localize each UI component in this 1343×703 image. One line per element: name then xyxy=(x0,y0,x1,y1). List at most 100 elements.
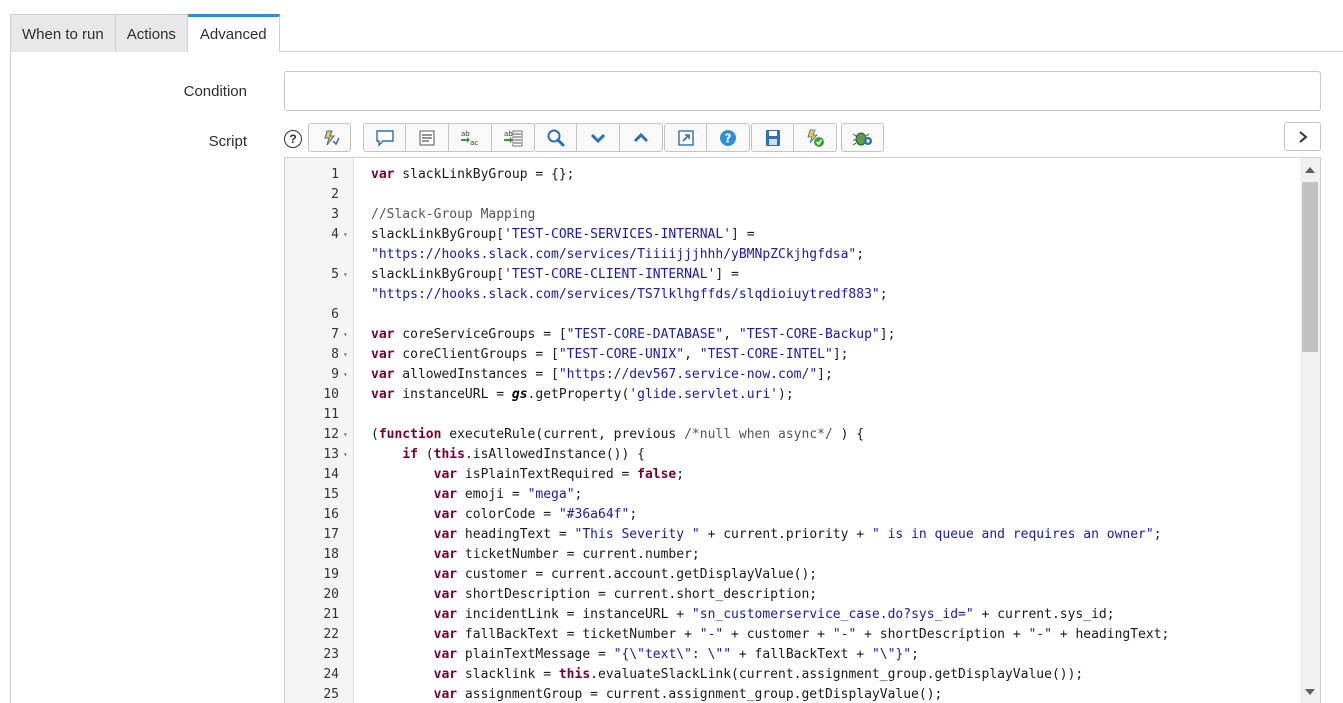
code-line: 12 ▾ (function executeRule(current, previo… xyxy=(285,425,1300,445)
line-number: 10 xyxy=(323,387,339,402)
line-number: 9 xyxy=(331,367,339,382)
tab-when-to-run[interactable]: When to run xyxy=(10,14,116,52)
tab-advanced[interactable]: Advanced xyxy=(187,14,280,52)
expand-button[interactable] xyxy=(1284,122,1321,151)
fullscreen-icon xyxy=(677,129,694,146)
line-number: 11 xyxy=(323,407,339,422)
fold-toggle-icon[interactable]: ▾ xyxy=(343,225,348,245)
line-number: 7 xyxy=(331,327,339,342)
scroll-down-arrow[interactable] xyxy=(1305,689,1315,695)
fullscreen-button[interactable] xyxy=(664,123,707,152)
code-text: var colorCode = "#36a64f"; xyxy=(433,507,638,522)
code-line: 1 var slackLinkByGroup = {}; xyxy=(285,165,1300,185)
line-number: 21 xyxy=(323,607,339,622)
replace-all-icon: ab xyxy=(504,130,523,146)
svg-text:ab: ab xyxy=(504,130,513,138)
insert-fields-button[interactable] xyxy=(406,123,449,152)
code-line: 20 var shortDescription = current.short_… xyxy=(285,585,1300,605)
script-editor[interactable]: 1 var slackLinkByGroup = {}; 2 3//Slack-Gro… xyxy=(284,157,1321,703)
code-line: "https://hooks.slack.com/services/TS7lkl… xyxy=(285,285,1300,305)
code-text: var emoji = "mega"; xyxy=(433,487,583,502)
code-line: 22 var fallBackText = ticketNumber + "-"… xyxy=(285,625,1300,645)
code-line: 6 xyxy=(285,305,1300,325)
code-text: var allowedInstances = ["https://dev567.… xyxy=(371,367,833,382)
fold-toggle-icon[interactable]: ▾ xyxy=(343,365,348,385)
editor-help-button[interactable]: ? xyxy=(707,123,750,152)
code-line: 21 var incidentLink = instanceURL + "sn_… xyxy=(285,605,1300,625)
code-text: var slacklink = this.evaluateSlackLink(c… xyxy=(433,667,1084,682)
code-line: 23 var plainTextMessage = "{\"text\": \"… xyxy=(285,645,1300,665)
line-number: 5 xyxy=(331,267,339,282)
toolbar-group-save xyxy=(751,123,837,152)
save-icon xyxy=(765,129,780,146)
scroll-thumb[interactable] xyxy=(1302,182,1318,352)
code-line: 4 ▾ slackLinkByGroup['TEST-CORE-SERVICES-I… xyxy=(285,225,1300,245)
replace-icon: ab ac xyxy=(461,130,478,147)
toggle-comment-button[interactable] xyxy=(363,123,406,152)
line-number: 1 xyxy=(331,167,339,182)
code-line: 15 var emoji = "mega"; xyxy=(285,485,1300,505)
replace-all-button[interactable]: ab xyxy=(492,123,535,152)
line-number: 2 xyxy=(331,187,339,202)
syntax-check-icon xyxy=(807,129,824,147)
code-line: 3 //Slack-Group Mapping xyxy=(285,205,1300,225)
line-number: 12 xyxy=(323,427,339,442)
code-text: var instanceURL = gs.getProperty('glide.… xyxy=(371,387,794,402)
code-line: 9 ▾ var allowedInstances = ["https://dev56… xyxy=(285,365,1300,385)
line-number: 16 xyxy=(323,507,339,522)
tab-actions[interactable]: Actions xyxy=(115,14,188,52)
code-line: 24 var slacklink = this.evaluateSlackLin… xyxy=(285,665,1300,685)
code-text: var fallBackText = ticketNumber + "-" + … xyxy=(433,627,1170,642)
vertical-scrollbar[interactable] xyxy=(1300,158,1320,703)
code-line: 14 var isPlainTextRequired = false; xyxy=(285,465,1300,485)
insert-fields-icon xyxy=(419,130,435,145)
save-button[interactable] xyxy=(751,123,794,152)
fold-toggle-icon[interactable]: ▾ xyxy=(343,265,348,285)
line-number: 8 xyxy=(331,347,339,362)
toolbar-group-search xyxy=(534,123,663,152)
code-text: var isPlainTextRequired = false; xyxy=(433,467,685,482)
debug-button[interactable] xyxy=(841,123,884,152)
code-line: 19 var customer = current.account.getDis… xyxy=(285,565,1300,585)
line-number: 14 xyxy=(323,467,339,482)
line-number: 13 xyxy=(323,447,339,462)
line-number: 24 xyxy=(323,667,339,682)
search-icon xyxy=(547,129,564,146)
help-icon[interactable]: ? xyxy=(284,130,302,148)
code-line: 10 var instanceURL = gs.getProperty('glid… xyxy=(285,385,1300,405)
code-line: 8 ▾ var coreClientGroups = ["TEST-CORE-UNI… xyxy=(285,345,1300,365)
find-next-button[interactable] xyxy=(577,123,620,152)
toolbar-group-format xyxy=(308,123,351,152)
code-text: var headingText = "This Severity " + cur… xyxy=(433,527,1162,542)
help-circle-icon: ? xyxy=(720,129,736,146)
line-number: 25 xyxy=(323,687,339,702)
code-text: (function executeRule(current, previous … xyxy=(371,427,865,442)
tab-bar: When to run Actions Advanced xyxy=(10,14,280,52)
line-number: 17 xyxy=(323,527,339,542)
condition-input[interactable] xyxy=(284,71,1321,111)
scroll-up-arrow[interactable] xyxy=(1305,167,1315,173)
fold-toggle-icon[interactable]: ▾ xyxy=(343,345,348,365)
code-line: 13 ▾ if (this.isAllowedInstance()) { xyxy=(285,445,1300,465)
code-text: var shortDescription = current.short_des… xyxy=(433,587,818,602)
fold-toggle-icon[interactable]: ▾ xyxy=(343,425,348,445)
code-text: var coreServiceGroups = ["TEST-CORE-DATA… xyxy=(371,327,896,342)
format-code-button[interactable] xyxy=(308,123,351,152)
fold-toggle-icon[interactable]: ▾ xyxy=(343,325,348,345)
code-text: slackLinkByGroup['TEST-CORE-SERVICES-INT… xyxy=(371,227,755,242)
svg-text:?: ? xyxy=(725,131,732,145)
line-number: 4 xyxy=(331,227,339,242)
syntax-check-button[interactable] xyxy=(794,123,837,152)
format-code-icon xyxy=(323,130,340,145)
fold-toggle-icon[interactable]: ▾ xyxy=(343,445,348,465)
code-line: 16 var colorCode = "#36a64f"; xyxy=(285,505,1300,525)
replace-button[interactable]: ab ac xyxy=(449,123,492,152)
tab-divider xyxy=(280,51,1343,52)
toolbar-group-view: ? xyxy=(664,123,750,152)
line-number: 15 xyxy=(323,487,339,502)
debug-icon xyxy=(852,132,872,145)
find-previous-button[interactable] xyxy=(620,123,663,152)
search-button[interactable] xyxy=(534,123,577,152)
toggle-comment-icon xyxy=(375,129,394,147)
code-line: 2 xyxy=(285,185,1300,205)
